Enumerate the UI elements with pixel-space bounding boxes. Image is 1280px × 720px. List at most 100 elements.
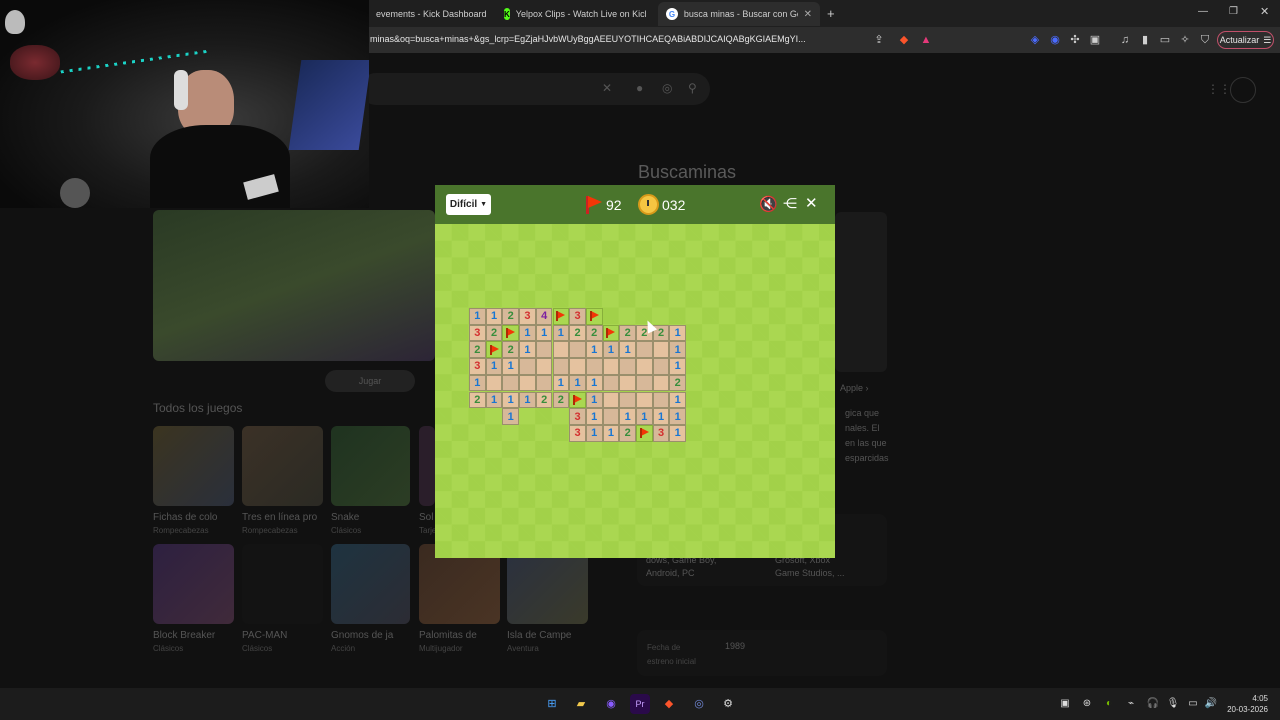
discord-icon[interactable]: ◎ [689,694,709,714]
brave-shields-icon[interactable]: ◆ [897,33,911,47]
audio-extension-icon[interactable]: ◉ [1048,33,1062,47]
mute-icon[interactable]: 🔇 [759,195,778,213]
revealed-empty-cell[interactable] [535,358,553,375]
revealed-number-cell[interactable]: 1 [485,391,503,409]
apps-grid-icon[interactable]: ⋮⋮ [1207,82,1231,96]
revealed-empty-cell[interactable] [502,374,520,392]
revealed-number-cell[interactable]: 1 [469,374,486,392]
flagged-cell[interactable] [569,391,586,409]
extension-icon[interactable]: ◈ [1028,33,1042,47]
game-thumb[interactable] [331,426,410,506]
obs-icon[interactable]: ◉ [601,694,621,714]
revealed-empty-cell[interactable] [569,341,586,359]
revealed-number-cell[interactable]: 1 [619,341,636,359]
revealed-number-cell[interactable]: 1 [485,358,503,375]
minefield[interactable]: 1123433211122222122111113111111122111221… [435,224,835,558]
revealed-number-cell[interactable]: 2 [569,324,586,342]
revealed-empty-cell[interactable] [535,341,553,359]
revealed-number-cell[interactable]: 3 [519,308,536,325]
volume-icon[interactable]: 🔊 [1201,694,1221,714]
tray-app-icon[interactable]: ▣ [1055,694,1075,714]
revealed-empty-cell[interactable] [652,341,670,359]
revealed-number-cell[interactable]: 1 [502,408,520,425]
headphones-icon[interactable]: 🎧 [1143,694,1163,714]
windows-start-icon[interactable]: ⊞ [542,694,562,714]
revealed-empty-cell[interactable] [636,358,653,375]
flagged-cell[interactable] [602,324,620,342]
sidebar-icon[interactable]: ▮ [1138,33,1152,47]
revealed-empty-cell[interactable] [636,391,653,409]
vpn-icon[interactable]: ⛉ [1198,33,1212,47]
revealed-number-cell[interactable]: 1 [585,341,603,359]
revealed-number-cell[interactable]: 2 [552,391,570,409]
revealed-number-cell[interactable]: 1 [669,424,687,442]
system-clock[interactable]: 4:05 20-03-2026 [1220,693,1268,715]
play-button[interactable]: Jugar [325,370,415,392]
revealed-empty-cell[interactable] [636,341,653,359]
knowledge-image[interactable] [835,212,887,372]
brave-rewards-icon[interactable]: ▲ [919,33,933,47]
revealed-number-cell[interactable]: 4 [535,308,553,325]
image-search-icon[interactable]: ◎ [662,81,672,95]
apple-link[interactable]: Apple › [840,383,869,393]
restore-icon[interactable]: ❐ [1229,6,1238,17]
revealed-number-cell[interactable]: 2 [585,324,603,342]
account-avatar[interactable] [1230,77,1256,103]
tray-settings-icon[interactable]: ⊛ [1077,694,1097,714]
game-thumb[interactable] [153,544,234,624]
revealed-empty-cell[interactable] [585,358,603,375]
revealed-number-cell[interactable]: 1 [552,374,570,392]
share-icon[interactable]: ⋲ [783,195,797,212]
revealed-number-cell[interactable]: 1 [569,374,586,392]
revealed-number-cell[interactable]: 3 [569,424,586,442]
revealed-empty-cell[interactable] [535,374,553,392]
search-icon[interactable]: ⚲ [688,81,697,95]
revealed-number-cell[interactable]: 1 [519,391,536,409]
revealed-empty-cell[interactable] [619,374,636,392]
file-explorer-icon[interactable]: ▰ [571,694,591,714]
minimize-icon[interactable]: — [1198,6,1208,17]
revealed-number-cell[interactable]: 1 [502,391,520,409]
tab-yelpox-clips[interactable]: K Yelpox Clips - Watch Live on Kick [496,2,646,26]
flagged-cell[interactable] [502,324,520,342]
revealed-empty-cell[interactable] [652,358,670,375]
revealed-empty-cell[interactable] [652,374,670,392]
nvidia-icon[interactable]: ◐ [1099,694,1119,714]
revealed-number-cell[interactable]: 1 [669,358,687,375]
revealed-number-cell[interactable]: 1 [669,408,687,425]
revealed-number-cell[interactable]: 1 [669,391,687,409]
revealed-number-cell[interactable]: 1 [502,358,520,375]
microphone-icon[interactable]: 🎙 [1163,694,1183,714]
revealed-empty-cell[interactable] [569,358,586,375]
revealed-number-cell[interactable]: 1 [585,391,603,409]
game-thumb[interactable] [153,426,234,506]
revealed-number-cell[interactable]: 2 [619,424,636,442]
difficulty-select[interactable]: Difícil ▼ [446,194,491,215]
revealed-empty-cell[interactable] [636,374,653,392]
revealed-empty-cell[interactable] [552,341,570,359]
revealed-number-cell[interactable]: 1 [619,408,636,425]
revealed-empty-cell[interactable] [519,358,536,375]
screenshot-icon[interactable]: ▣ [1088,33,1102,47]
revealed-number-cell[interactable]: 1 [602,341,620,359]
revealed-number-cell[interactable]: 1 [652,408,670,425]
voice-search-icon[interactable]: ● [636,81,643,95]
revealed-number-cell[interactable]: 1 [469,308,486,325]
tray-network-icon[interactable]: ⌁ [1121,694,1141,714]
revealed-number-cell[interactable]: 2 [469,391,486,409]
revealed-number-cell[interactable]: 1 [602,424,620,442]
wallet-icon[interactable]: ▭ [1158,33,1172,47]
revealed-number-cell[interactable]: 1 [585,408,603,425]
display-icon[interactable]: ▭ [1183,694,1203,714]
premiere-icon[interactable]: Pr [630,694,650,714]
revealed-number-cell[interactable]: 2 [619,324,636,342]
game-thumb[interactable] [242,426,323,506]
close-game-icon[interactable]: ✕ [805,194,818,212]
revealed-number-cell[interactable]: 2 [669,374,687,392]
flagged-cell[interactable] [636,424,653,442]
revealed-number-cell[interactable]: 1 [585,374,603,392]
update-button[interactable]: Actualizar ☰ [1217,31,1274,49]
revealed-number-cell[interactable]: 1 [535,324,553,342]
search-box[interactable] [360,73,710,105]
revealed-number-cell[interactable]: 1 [669,324,687,342]
